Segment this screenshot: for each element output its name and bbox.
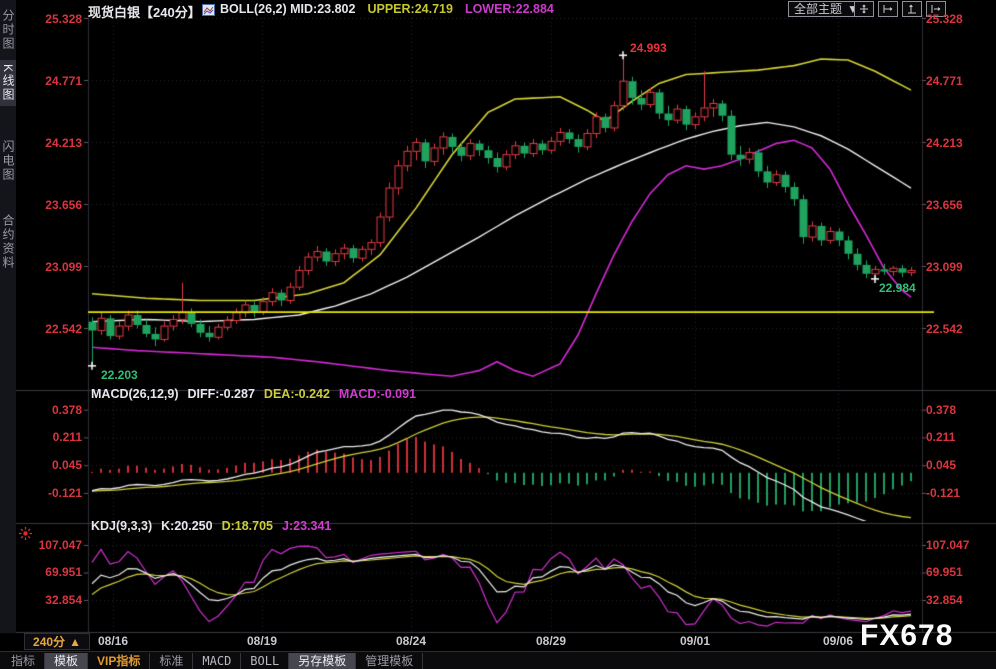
date-tick-label: 09/01: [679, 634, 711, 648]
date-tick-label: 08/29: [535, 634, 567, 648]
kdj-tick-label: 69.951: [926, 565, 963, 579]
zoom-y-axis-icon[interactable]: [902, 1, 922, 17]
chart-title: 现货白银【240分】: [88, 5, 201, 20]
kdj-header: KDJ(9,3,3) K:20.250 D:18.705 J:23.341: [91, 519, 331, 533]
zoom-x-axis-icon[interactable]: [878, 1, 898, 17]
recent-low-annotation: 22.984: [879, 281, 916, 295]
sidebar-tab[interactable]: 合约资料: [0, 210, 16, 274]
trading-app-window: 现货白银【240分】 BOLL(26,2) MID:23.802 UPPER:2…: [0, 0, 996, 669]
macd-bar-value: MACD:-0.091: [338, 387, 417, 401]
kdj-j-value: J:23.341: [282, 519, 332, 533]
macd-dea-value: DEA:-0.242: [263, 387, 330, 401]
chart-type-sidebar: 分时图 K线图闪电图合约资料: [0, 0, 16, 633]
kdj-settings-icon[interactable]: [18, 526, 33, 546]
date-tick-label: 08/19: [246, 634, 278, 648]
sidebar-tab[interactable]: 闪电图: [0, 136, 16, 186]
pan-icon[interactable]: [854, 1, 874, 17]
candlestick-chart-canvas[interactable]: [0, 0, 996, 669]
kdj-tick-label: 69.951: [45, 565, 82, 579]
kdj-axis-right: 107.047 69.951 32.854: [926, 0, 990, 632]
toolbar-item[interactable]: 标准: [150, 653, 194, 669]
toolbar-item[interactable]: 另存模板: [289, 653, 357, 669]
kdj-d-value: D:18.705: [221, 519, 274, 533]
toolbar-item[interactable]: 管理模板: [356, 653, 424, 669]
sidebar-tab[interactable]: K线图: [0, 60, 16, 107]
date-tick-label: 08/16: [97, 634, 129, 648]
low-price-annotation: 22.203: [101, 368, 138, 382]
bottom-toolbar: 指标 模板 VIP指标 标准 MACD BOLL 另存模板 管理模板: [0, 651, 996, 669]
toolbar-item[interactable]: VIP指标: [88, 653, 151, 669]
toolbar-item[interactable]: BOLL: [241, 653, 290, 669]
date-tick-label: 08/24: [395, 634, 427, 648]
macd-header: MACD(26,12,9) DIFF:-0.287 DEA:-0.242 MAC…: [91, 387, 416, 401]
boll-mid-value: BOLL(26,2) MID:23.802: [220, 2, 356, 16]
kdj-tick-label: 32.854: [926, 593, 963, 607]
boll-readout: BOLL(26,2) MID:23.802 UPPER:24.719 LOWER…: [220, 2, 554, 16]
kdj-tick-label: 32.854: [45, 593, 82, 607]
sidebar-tab[interactable]: 分时图: [0, 5, 16, 55]
date-axis: 08/16 08/19 08/24 08/29 09/01 09/06: [0, 634, 996, 650]
theme-dropdown-label: 全部主题: [794, 2, 843, 16]
boll-lower-value: LOWER:22.884: [464, 2, 554, 16]
date-tick-label: 09/06: [822, 634, 854, 648]
kdj-k-value: K:20.250: [161, 519, 213, 533]
mini-chart-icon: [202, 3, 215, 21]
fx678-watermark: FX678: [860, 619, 954, 652]
high-price-annotation: 24.993: [630, 41, 667, 55]
toolbar-item[interactable]: 模板: [45, 653, 89, 669]
toolbar-item[interactable]: 指标: [2, 653, 46, 669]
macd-name: MACD(26,12,9): [91, 387, 179, 401]
boll-upper-value: UPPER:24.719: [367, 2, 453, 16]
kdj-tick-label: 107.047: [926, 538, 970, 552]
macd-diff-value: DIFF:-0.287: [187, 387, 255, 401]
toolbar-item[interactable]: MACD: [193, 653, 242, 669]
kdj-name: KDJ(9,3,3): [91, 519, 153, 533]
